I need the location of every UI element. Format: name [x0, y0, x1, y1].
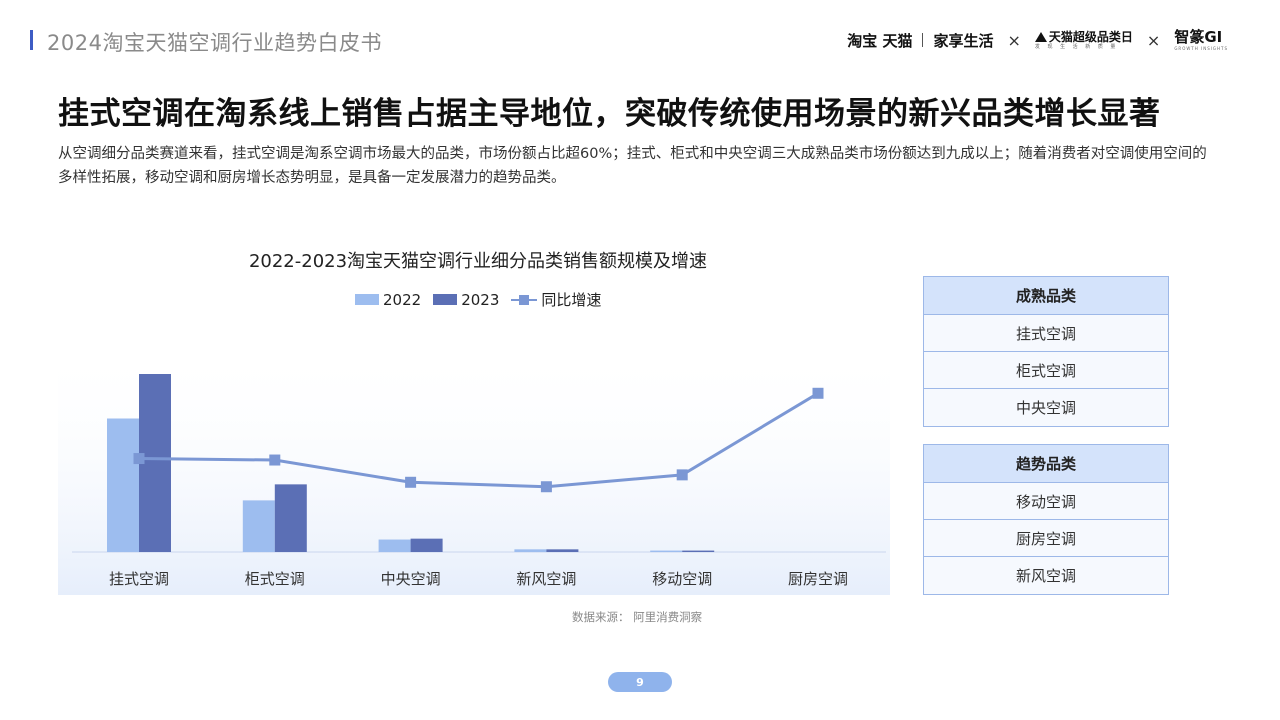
growth-point	[269, 454, 281, 466]
mature-category-item: 挂式空调	[924, 315, 1168, 352]
x-tick-label: 厨房空调	[788, 570, 848, 588]
mature-category-item: 中央空调	[924, 389, 1168, 426]
plot-background	[58, 345, 890, 595]
bar-2023	[410, 538, 443, 552]
mature-category-heading: 成熟品类	[924, 277, 1168, 315]
bar-2023	[682, 550, 715, 552]
x-tick-label: 柜式空调	[245, 570, 305, 588]
bar-2022	[378, 539, 411, 552]
x-tick-label: 中央空调	[381, 570, 441, 588]
bar-2023	[274, 484, 307, 552]
page-number: 9	[608, 672, 672, 692]
growth-point	[133, 453, 145, 465]
trend-category-box: 趋势品类 移动空调 厨房空调 新风空调	[923, 444, 1169, 595]
growth-point	[540, 481, 552, 493]
bar-2022	[107, 418, 139, 552]
mature-category-item: 柜式空调	[924, 352, 1168, 389]
x-tick-label: 移动空调	[652, 570, 712, 588]
x-tick-label: 挂式空调	[109, 570, 169, 588]
trend-category-item: 移动空调	[924, 483, 1168, 520]
bar-2022	[514, 549, 547, 552]
growth-point	[812, 387, 824, 399]
bar-2023	[546, 549, 579, 552]
growth-point	[676, 469, 688, 481]
trend-category-item: 厨房空调	[924, 520, 1168, 557]
data-source-note: 数据来源： 阿里消费洞察	[572, 610, 703, 624]
x-tick-label: 新风空调	[516, 570, 576, 588]
bar-2022	[242, 500, 275, 552]
bar-2022	[650, 550, 683, 552]
growth-point	[405, 476, 417, 488]
mature-category-box: 成熟品类 挂式空调 柜式空调 中央空调	[923, 276, 1169, 427]
trend-category-heading: 趋势品类	[924, 445, 1168, 483]
trend-category-item: 新风空调	[924, 557, 1168, 594]
